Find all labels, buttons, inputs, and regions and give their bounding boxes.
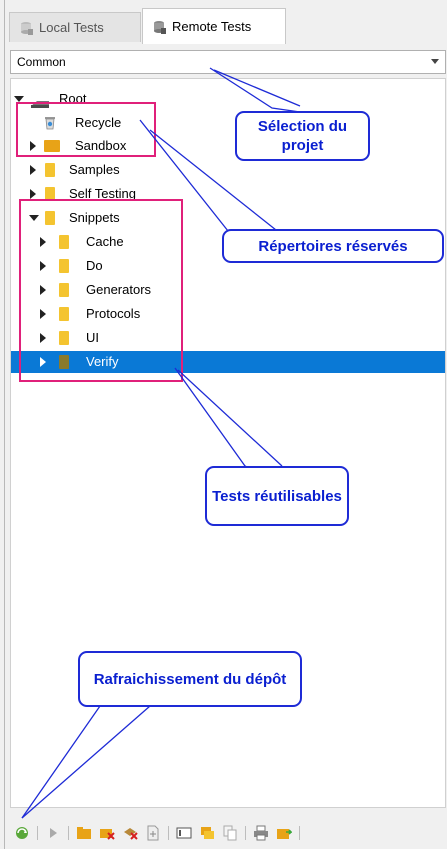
callout-refresh-repo: Rafraichissement du dépôt bbox=[78, 651, 302, 707]
run-icon[interactable] bbox=[45, 825, 61, 841]
tree-toolbar bbox=[14, 820, 300, 846]
toolbar-separator bbox=[37, 826, 38, 840]
toolbar-separator bbox=[168, 826, 169, 840]
copy-icon[interactable] bbox=[222, 825, 238, 841]
delete-folder-icon[interactable] bbox=[99, 825, 115, 841]
toolbar-separator bbox=[245, 826, 246, 840]
move-icon[interactable] bbox=[199, 825, 215, 841]
rename-icon[interactable] bbox=[176, 825, 192, 841]
callout-reusable-tests: Tests réutilisables bbox=[205, 466, 349, 526]
callout-reserved-dirs: Répertoires réservés bbox=[222, 229, 444, 263]
refresh-icon[interactable] bbox=[14, 825, 30, 841]
print-icon[interactable] bbox=[253, 825, 269, 841]
new-folder-icon[interactable] bbox=[76, 825, 92, 841]
new-test-icon[interactable] bbox=[145, 825, 161, 841]
toolbar-separator bbox=[68, 826, 69, 840]
callout-leaders bbox=[21, 67, 301, 819]
export-icon[interactable] bbox=[276, 825, 292, 841]
delete-icon[interactable] bbox=[122, 825, 138, 841]
toolbar-separator bbox=[299, 826, 300, 840]
callout-project-selection: Sélection du projet bbox=[235, 111, 370, 161]
